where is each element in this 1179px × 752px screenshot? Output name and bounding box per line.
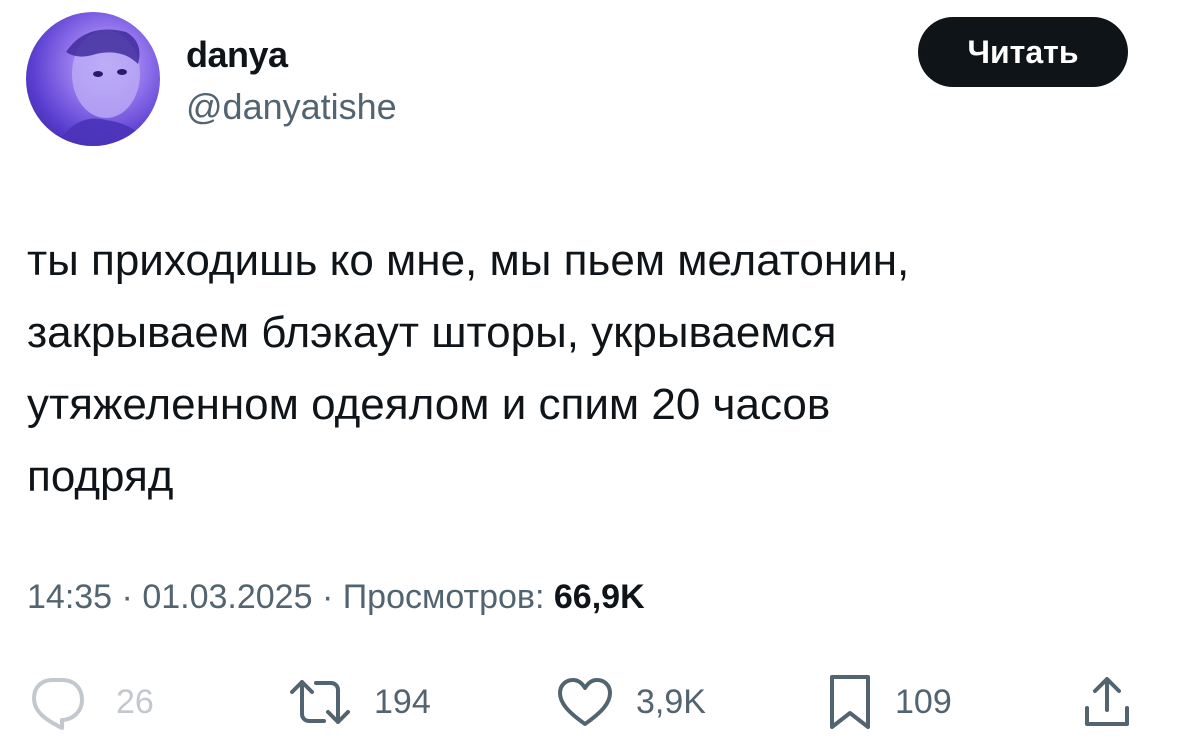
tweet-card: danya @danyatishe Читать ты приходишь ко… (0, 0, 1179, 752)
follow-button[interactable]: Читать (918, 17, 1128, 87)
retweet-button[interactable]: 194 (288, 672, 431, 732)
tweet-time[interactable]: 14:35 (27, 578, 112, 616)
like-button[interactable]: 3,9K (556, 672, 706, 732)
tweet-meta: 14:35 · 01.03.2025 · Просмотров: 66,9K (27, 578, 645, 617)
meta-separator: · (321, 578, 334, 616)
reply-button[interactable]: 26 (28, 672, 154, 732)
like-count: 3,9K (636, 682, 706, 721)
bookmark-icon (830, 675, 870, 729)
meta-separator: · (121, 578, 133, 616)
retweet-count: 194 (374, 682, 431, 721)
display-name[interactable]: danya (186, 34, 288, 76)
share-button[interactable] (1082, 672, 1132, 732)
avatar[interactable] (26, 12, 160, 146)
reply-icon (32, 678, 84, 730)
heart-icon (558, 678, 612, 726)
views-label: Просмотров: (342, 578, 545, 616)
retweet-icon (290, 680, 350, 724)
share-icon (1085, 677, 1129, 726)
reply-count: 26 (116, 682, 154, 721)
tweet-date[interactable]: 01.03.2025 (142, 578, 312, 616)
bookmark-button[interactable]: 109 (827, 672, 952, 732)
views-count: 66,9K (553, 578, 645, 616)
user-handle[interactable]: @danyatishe (186, 86, 397, 128)
tweet-text: ты приходишь ко мне, мы пьем мелатонин, … (27, 236, 910, 501)
avatar-image (56, 29, 150, 146)
bookmark-count: 109 (895, 682, 952, 721)
